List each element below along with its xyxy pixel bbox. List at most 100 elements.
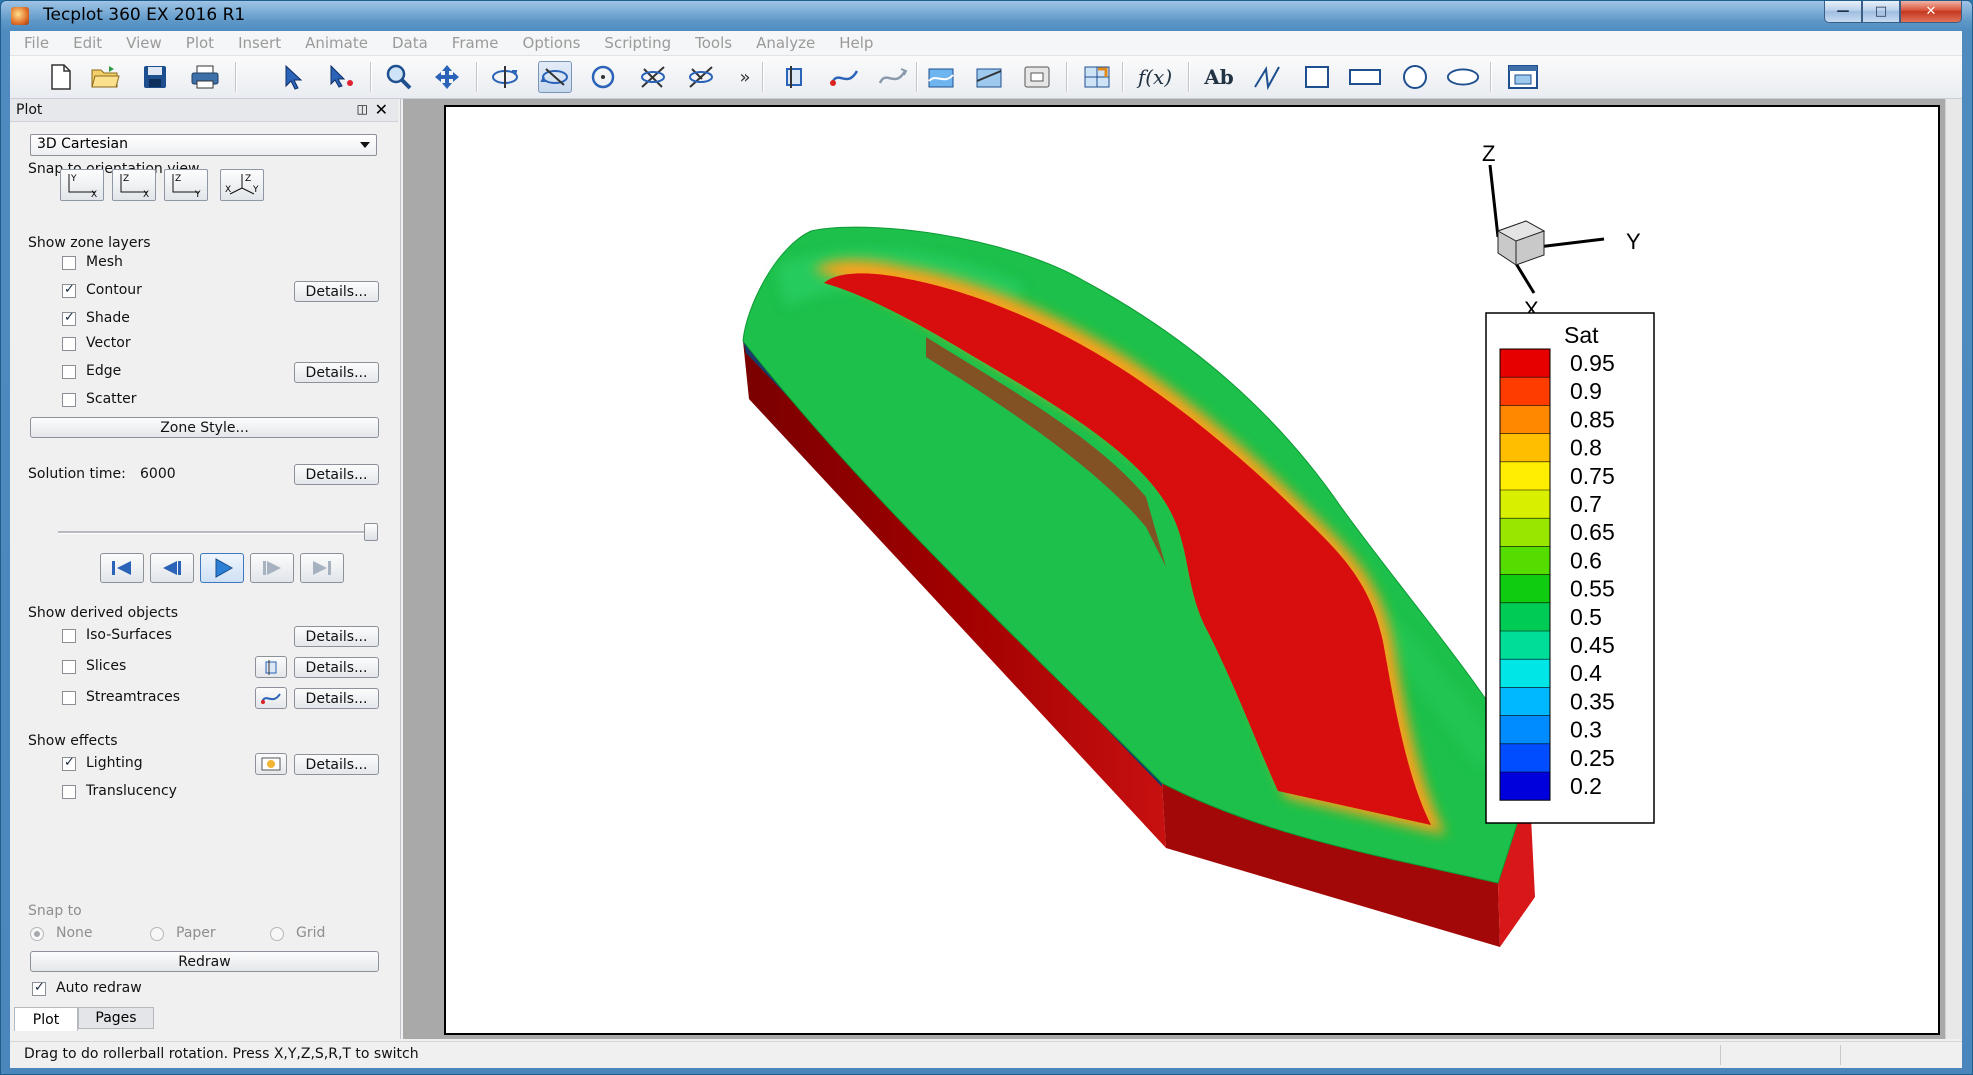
edge-details-button[interactable]: Details... bbox=[294, 362, 379, 383]
contour-remove-icon[interactable] bbox=[972, 61, 1006, 93]
undock-icon[interactable]: ◫ bbox=[357, 102, 368, 116]
minimize-button[interactable]: — bbox=[1824, 1, 1862, 23]
data-probe-icon[interactable] bbox=[1080, 61, 1114, 93]
adjustor-arrow-icon[interactable] bbox=[324, 61, 358, 93]
contour-add-icon[interactable] bbox=[924, 61, 958, 93]
scatter-label: Scatter bbox=[86, 391, 137, 407]
streamtrace-rake-icon[interactable] bbox=[876, 61, 910, 93]
translucency-checkbox[interactable] bbox=[62, 785, 76, 799]
menu-scripting[interactable]: Scripting bbox=[592, 34, 683, 52]
solution-time-details-button[interactable]: Details... bbox=[294, 464, 379, 485]
snap-grid-radio[interactable] bbox=[270, 927, 284, 941]
menu-file[interactable]: File bbox=[10, 34, 61, 52]
plot-frame[interactable]: Z Y X Sat 0.95 0.9 0.85 0.8 0.75 0.7 0.65 0.6 0.… bbox=[444, 105, 1940, 1035]
menu-data[interactable]: Data bbox=[380, 34, 440, 52]
save-icon[interactable] bbox=[138, 61, 172, 93]
new-file-icon[interactable] bbox=[44, 61, 78, 93]
frame-tool-icon[interactable] bbox=[1506, 61, 1540, 93]
menu-view[interactable]: View bbox=[114, 34, 174, 52]
menu-analyze[interactable]: Analyze bbox=[744, 34, 827, 52]
equation-icon[interactable]: f(x) bbox=[1134, 61, 1176, 93]
show-derived-objects-label: Show derived objects bbox=[28, 605, 179, 621]
solution-time-value: 6000 bbox=[140, 466, 176, 482]
zoom-icon[interactable] bbox=[382, 61, 416, 93]
first-step-button[interactable] bbox=[100, 553, 144, 583]
zone-style-button[interactable]: Zone Style... bbox=[30, 417, 379, 438]
menu-animate[interactable]: Animate bbox=[293, 34, 380, 52]
orient-xy-button[interactable]: YX bbox=[60, 169, 104, 201]
vector-checkbox[interactable] bbox=[62, 337, 76, 351]
snap-paper-radio[interactable] bbox=[150, 927, 164, 941]
step-back-button[interactable] bbox=[150, 553, 194, 583]
close-button[interactable]: ✕ bbox=[1900, 1, 1962, 23]
snap-none-radio[interactable] bbox=[30, 927, 44, 941]
plot-type-dropdown[interactable]: 3D Cartesian bbox=[30, 134, 377, 156]
selector-arrow-icon[interactable] bbox=[276, 61, 310, 93]
streamtraces-details-button[interactable]: Details... bbox=[294, 688, 379, 709]
contour-checkbox[interactable] bbox=[62, 282, 76, 298]
lighting-tool-button[interactable] bbox=[255, 753, 287, 775]
orient-3d-button[interactable]: Z X Y bbox=[220, 169, 264, 201]
menu-insert[interactable]: Insert bbox=[226, 34, 293, 52]
menu-options[interactable]: Options bbox=[511, 34, 593, 52]
solution-time-slider-thumb[interactable] bbox=[364, 523, 378, 541]
edge-checkbox[interactable] bbox=[62, 365, 76, 379]
rectangle-tool-icon[interactable] bbox=[1348, 61, 1382, 93]
toolbar-overflow[interactable]: » bbox=[728, 61, 762, 93]
streamtrace-tool-button[interactable] bbox=[255, 687, 287, 709]
mesh-checkbox[interactable] bbox=[62, 256, 76, 270]
streamtraces-checkbox[interactable] bbox=[62, 691, 76, 705]
print-icon[interactable] bbox=[188, 61, 222, 93]
streamtrace-tool-icon[interactable] bbox=[828, 61, 862, 93]
rotate-x-icon[interactable] bbox=[636, 61, 670, 93]
slice-tool-icon[interactable] bbox=[778, 61, 812, 93]
ellipse-tool-icon[interactable] bbox=[1446, 61, 1480, 93]
maximize-button[interactable]: □ bbox=[1862, 1, 1900, 23]
contour-details-button[interactable]: Details... bbox=[294, 281, 379, 302]
last-step-button[interactable] bbox=[300, 553, 344, 583]
snap-none-label: None bbox=[56, 925, 93, 941]
lighting-checkbox[interactable] bbox=[62, 755, 76, 771]
shade-checkbox[interactable] bbox=[62, 310, 76, 326]
tecplot-app-icon bbox=[11, 7, 29, 25]
tab-plot[interactable]: Plot bbox=[14, 1007, 78, 1031]
auto-redraw-checkbox[interactable] bbox=[32, 980, 46, 996]
orient-xz-button[interactable]: ZX bbox=[112, 169, 156, 201]
legend-level-label: 0.85 bbox=[1570, 406, 1615, 432]
probe-icon[interactable] bbox=[1020, 61, 1054, 93]
title-bar[interactable]: Tecplot 360 EX 2016 R1 — □ ✕ bbox=[1, 1, 1972, 31]
menu-edit[interactable]: Edit bbox=[61, 34, 114, 52]
menu-plot[interactable]: Plot bbox=[174, 34, 226, 52]
open-folder-icon[interactable] bbox=[88, 61, 122, 93]
step-forward-button[interactable] bbox=[250, 553, 294, 583]
menu-frame[interactable]: Frame bbox=[440, 34, 511, 52]
square-tool-icon[interactable] bbox=[1300, 61, 1334, 93]
vertical-scrollbar[interactable] bbox=[1945, 99, 1962, 1039]
plot-canvas[interactable]: Z Y X Sat 0.950.90.85 0.80.750.70.650.6 0.… bbox=[446, 107, 1938, 1033]
rollerball-rotate-icon[interactable] bbox=[538, 61, 572, 93]
polyline-tool-icon[interactable] bbox=[1250, 61, 1284, 93]
twist-rotate-icon[interactable] bbox=[586, 61, 620, 93]
orient-yz-button[interactable]: ZY bbox=[164, 169, 208, 201]
circle-tool-icon[interactable] bbox=[1398, 61, 1432, 93]
rotate-y-icon[interactable] bbox=[684, 61, 718, 93]
solution-time-slider-track[interactable] bbox=[58, 531, 378, 534]
menu-tools[interactable]: Tools bbox=[683, 34, 744, 52]
slices-details-button[interactable]: Details... bbox=[294, 657, 379, 678]
sidebar-close-icon[interactable]: ✕ bbox=[375, 100, 388, 119]
lighting-details-button[interactable]: Details... bbox=[294, 754, 379, 775]
menu-help[interactable]: Help bbox=[827, 34, 885, 52]
show-zone-layers-label: Show zone layers bbox=[28, 235, 151, 251]
scatter-checkbox[interactable] bbox=[62, 393, 76, 407]
svg-text:X: X bbox=[225, 185, 231, 195]
tab-pages[interactable]: Pages bbox=[78, 1007, 154, 1029]
text-tool-icon[interactable]: Ab bbox=[1202, 61, 1236, 93]
translate-icon[interactable] bbox=[430, 61, 464, 93]
play-button[interactable] bbox=[200, 553, 244, 583]
slice-tool-button[interactable] bbox=[255, 656, 287, 678]
redraw-button[interactable]: Redraw bbox=[30, 951, 379, 972]
spherical-rotate-icon[interactable] bbox=[488, 61, 522, 93]
iso-surfaces-checkbox[interactable] bbox=[62, 629, 76, 643]
iso-surfaces-details-button[interactable]: Details... bbox=[294, 626, 379, 647]
slices-checkbox[interactable] bbox=[62, 660, 76, 674]
